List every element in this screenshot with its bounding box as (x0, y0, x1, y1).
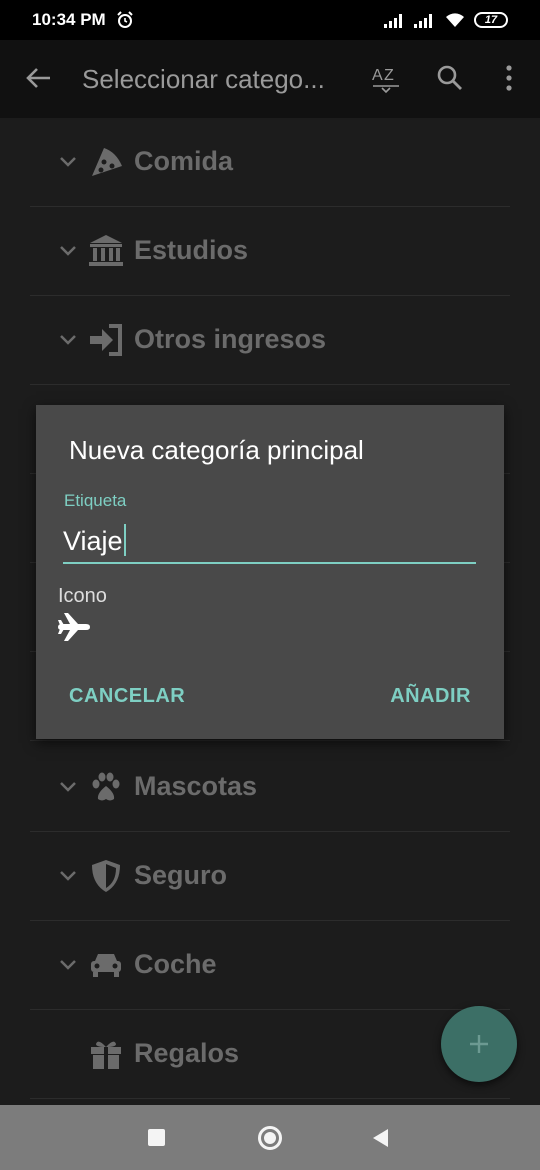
category-label: Regalos (134, 1038, 240, 1068)
category-item-otros-ingresos[interactable]: Otros ingresos (30, 296, 510, 385)
category-label: Coche (134, 949, 217, 979)
airplane-icon[interactable] (56, 611, 92, 643)
category-label: Mascotas (134, 771, 258, 801)
back-triangle-icon[interactable] (370, 1127, 390, 1149)
alarm-icon (116, 11, 133, 28)
add-category-fab[interactable] (441, 1006, 517, 1082)
sign-in-icon (90, 324, 122, 356)
chevron-down-icon[interactable] (58, 332, 78, 348)
chevron-down-icon[interactable] (58, 154, 78, 170)
app-bar: Seleccionar catego... A Z (0, 40, 540, 118)
category-label: Comida (134, 146, 234, 176)
home-button[interactable] (258, 1126, 282, 1150)
paw-icon (92, 772, 120, 801)
cancel-button[interactable]: CANCELAR (69, 685, 185, 708)
wifi-icon (446, 13, 464, 27)
status-bar: 10:34 PM 17 (0, 0, 540, 40)
add-button[interactable]: AÑADIR (390, 685, 471, 708)
shield-icon (92, 860, 120, 892)
status-indicators: 17 (384, 11, 508, 29)
signal-icon-2 (414, 14, 432, 28)
chevron-down-icon[interactable] (58, 779, 78, 795)
page-title: Seleccionar catego... (82, 64, 325, 94)
category-item-regalos[interactable]: Regalos (30, 1010, 510, 1099)
status-time: 10:34 PM (32, 10, 106, 29)
category-label: Seguro (134, 860, 228, 890)
plus-icon (470, 1035, 488, 1053)
chevron-down-icon[interactable] (58, 868, 78, 884)
category-item-seguro[interactable]: Seguro (30, 832, 510, 921)
chevron-down-icon[interactable] (58, 957, 78, 973)
label-input-value: Viaje (63, 526, 123, 556)
dialog-title: Nueva categoría principal (69, 435, 364, 465)
label-field-caption: Etiqueta (64, 491, 127, 510)
bank-icon (89, 235, 123, 266)
svg-text:A: A (372, 67, 383, 84)
signal-icon (384, 14, 402, 28)
category-item-comida[interactable]: Comida (30, 118, 510, 207)
icon-field-caption: Icono (58, 585, 107, 607)
svg-text:Z: Z (384, 67, 394, 84)
search-icon[interactable] (436, 64, 464, 92)
category-item-estudios[interactable]: Estudios (30, 207, 510, 296)
pizza-icon (92, 148, 122, 176)
battery-indicator: 17 (474, 12, 508, 28)
chevron-down-icon[interactable] (58, 243, 78, 259)
label-input[interactable]: Viaje (63, 520, 476, 564)
category-item-mascotas[interactable]: Mascotas (30, 743, 510, 832)
back-arrow-icon[interactable] (24, 64, 52, 92)
category-label: Estudios (134, 235, 249, 265)
category-item-coche[interactable]: Coche (30, 921, 510, 1010)
gift-icon (91, 1041, 121, 1069)
system-nav-bar (0, 1105, 540, 1170)
car-icon (91, 954, 121, 977)
recents-button[interactable] (148, 1129, 165, 1146)
text-caret (123, 524, 126, 556)
new-category-dialog: Nueva categoría principal Etiqueta Viaje… (36, 405, 504, 739)
sort-az-icon[interactable]: A Z (370, 62, 402, 94)
more-vert-icon[interactable] (498, 64, 520, 92)
category-label: Otros ingresos (134, 324, 327, 354)
